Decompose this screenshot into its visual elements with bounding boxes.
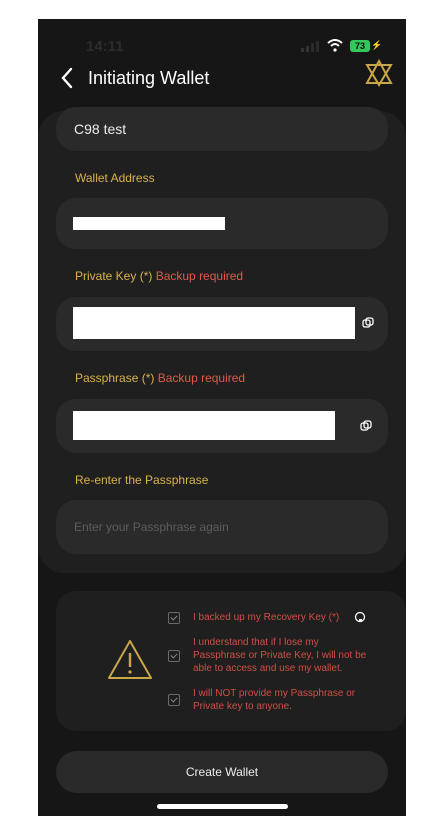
private-key-redacted [73, 307, 355, 339]
wifi-icon [327, 39, 343, 52]
signal-icon [301, 41, 319, 52]
status-time: 14:11 [86, 38, 124, 55]
charging-icon: ⚡ [371, 40, 383, 50]
battery-indicator: 73 [350, 40, 370, 52]
checkbox-no-share[interactable] [168, 694, 180, 706]
reenter-passphrase-label: Re-enter the Passphrase [75, 473, 209, 487]
phone-screen: 14:11 73 ⚡ Initiating Wallet C98 test Wa… [38, 19, 406, 816]
nav-bar: Initiating Wallet [38, 59, 406, 107]
confirm-understand-text: I understand that if I lose my Passphras… [193, 637, 367, 674]
warning-triangle-icon [108, 640, 152, 679]
address-field[interactable] [56, 198, 388, 249]
home-indicator [157, 804, 288, 809]
private-key-backup-note: Backup required [155, 269, 244, 283]
wallet-logo-icon [365, 59, 393, 87]
checkbox-recovery-key[interactable] [168, 612, 180, 624]
passphrase-redacted [73, 411, 335, 440]
reenter-passphrase-field[interactable]: Enter your Passphrase again [56, 500, 388, 554]
chevron-left-icon[interactable] [60, 67, 74, 89]
page-title: Initiating Wallet [88, 68, 210, 88]
confirmation-panel: I backed up my Recovery Key (*) I unders… [56, 591, 406, 731]
checkbox-understand-loss[interactable] [168, 650, 180, 662]
confirm-recovery-key-text: I backed up my Recovery Key (*) [193, 612, 340, 623]
reenter-placeholder: Enter your Passphrase again [74, 520, 229, 534]
copy-icon[interactable] [362, 317, 374, 329]
private-key-label: Private Key (*) Backup required [75, 269, 243, 283]
create-wallet-button[interactable]: Create Wallet [56, 751, 388, 793]
address-label: Wallet Address [75, 171, 155, 185]
wallet-name-field[interactable]: C98 test [56, 107, 388, 151]
address-redacted [73, 217, 225, 230]
status-bar: 14:11 73 ⚡ [38, 19, 406, 67]
passphrase-label: Passphrase (*) Backup required [75, 371, 245, 385]
private-key-label-text: Private Key (*) [75, 269, 153, 283]
confirm-no-share-text: I will NOT provide my Passphrase or Priv… [193, 688, 356, 712]
private-key-field[interactable] [56, 297, 388, 351]
passphrase-field[interactable] [56, 399, 388, 453]
passphrase-label-text: Passphrase (*) [75, 371, 155, 385]
passphrase-backup-note: Backup required [157, 371, 246, 385]
copy-icon[interactable] [360, 420, 372, 432]
wallet-name-value: C98 test [74, 121, 127, 137]
info-icon[interactable] [354, 611, 366, 623]
